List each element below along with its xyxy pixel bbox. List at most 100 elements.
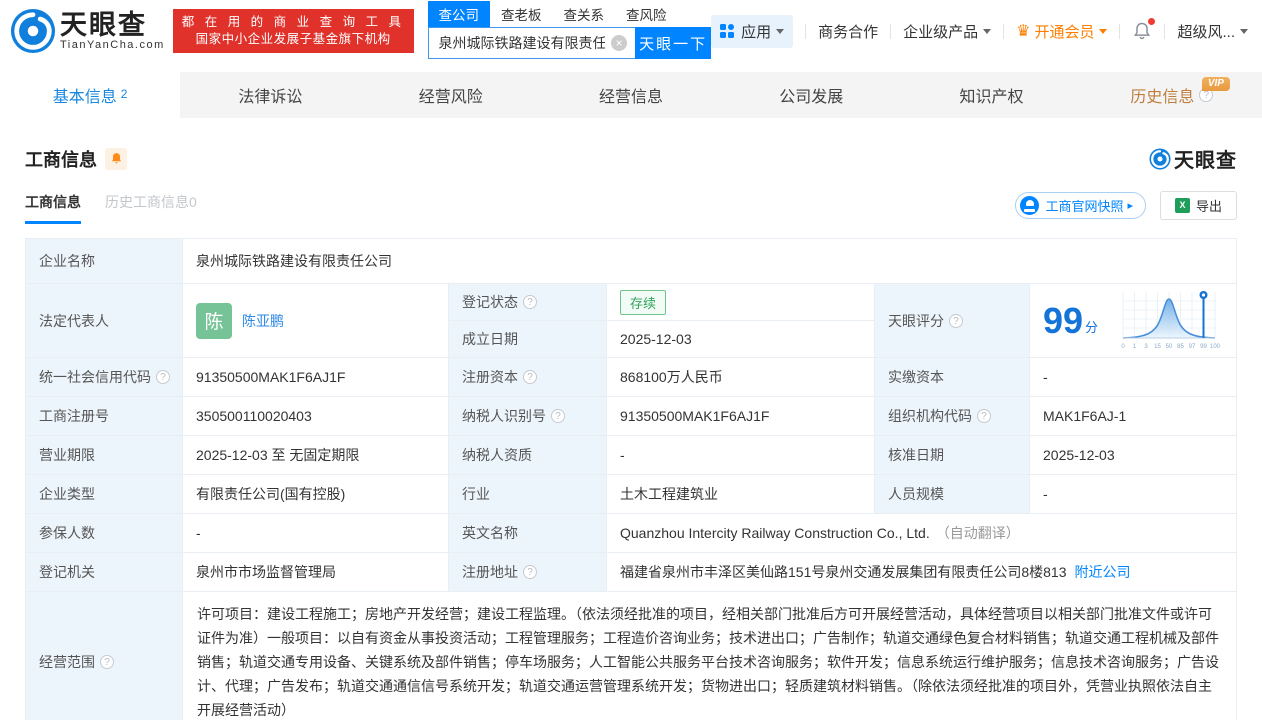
score-distribution-chart: 0 1 3 15 50 85 97 99 100 bbox=[1115, 288, 1223, 354]
reg-address-cell: 福建省泉州市丰泽区美仙路151号泉州交通发展集团有限责任公司8楼813 附近公司 bbox=[607, 553, 1236, 592]
tab-company-development[interactable]: 公司发展 bbox=[721, 72, 901, 118]
auto-translate-note: （自动翻译） bbox=[935, 525, 1020, 541]
help-icon[interactable]: ? bbox=[551, 409, 565, 423]
score-value: 99 bbox=[1043, 299, 1084, 341]
english-name-label: 英文名称 bbox=[449, 514, 607, 553]
company-name-label: 企业名称 bbox=[26, 239, 183, 284]
company-type-label: 企业类型 bbox=[26, 475, 183, 514]
menu-cooperation[interactable]: 商务合作 bbox=[818, 21, 878, 42]
tab-history-info-label: 历史信息 bbox=[1130, 89, 1195, 106]
tianyancha-logo[interactable]: 天眼查 TianYanCha.com bbox=[10, 8, 165, 54]
tab-operation-info[interactable]: 经营信息 bbox=[541, 72, 721, 118]
menu-member-label: 开通会员 bbox=[1034, 23, 1095, 41]
help-icon[interactable]: ? bbox=[523, 370, 537, 384]
crown-icon: ♛ bbox=[1016, 23, 1031, 40]
table-row: 参保人数 - 英文名称 Quanzhou Intercity Railway C… bbox=[26, 514, 1236, 553]
taxpayer-id-label: 纳税人识别号 bbox=[462, 408, 546, 424]
menu-open-member[interactable]: ♛ 开通会员 bbox=[1016, 21, 1108, 42]
snapshot-button-label: 工商官网快照 bbox=[1045, 199, 1124, 214]
export-button[interactable]: X 导出 bbox=[1159, 191, 1237, 220]
taxpayer-id-value: 91350500MAK1F6AJ1F bbox=[607, 397, 875, 436]
slogan-line1: 都 在 用 的 商 业 查 询 工 具 bbox=[181, 15, 405, 29]
help-icon[interactable]: ? bbox=[977, 409, 991, 423]
reg-status-value: 存续 bbox=[607, 284, 875, 321]
watermark-text: 天眼查 bbox=[1174, 150, 1237, 172]
menu-apps-label: 应用 bbox=[741, 23, 772, 41]
apps-grid-icon bbox=[720, 23, 735, 39]
menu-enterprise[interactable]: 企业级产品 bbox=[903, 21, 992, 42]
chevron-down-icon bbox=[1240, 28, 1248, 34]
help-icon[interactable]: ? bbox=[156, 370, 170, 384]
company-nav-tabs: 基本信息 2 法律诉讼 经营风险 经营信息 公司发展 知识产权 VIP 历史信息… bbox=[0, 72, 1262, 118]
search-input[interactable] bbox=[427, 27, 636, 59]
business-term-value: 2025-12-03 至 无固定期限 bbox=[183, 436, 449, 475]
taxpayer-id-label-cell: 纳税人识别号 ? bbox=[449, 397, 607, 436]
table-row: 企业类型 有限责任公司(国有控股) 行业 土木工程建筑业 人员规模 - bbox=[26, 475, 1236, 514]
section-title: 工商信息 bbox=[25, 149, 97, 170]
nearby-companies-link[interactable]: 附近公司 bbox=[1075, 562, 1131, 582]
menu-apps[interactable]: 应用 bbox=[711, 14, 794, 48]
tianyancha-watermark-icon bbox=[1149, 147, 1171, 170]
search-tab-risk[interactable]: 查风险 bbox=[615, 1, 678, 27]
subtab-history-business-info[interactable]: 历史工商信息0 bbox=[105, 192, 197, 224]
legal-rep-cell: 陈 陈亚鹏 bbox=[183, 284, 449, 358]
subtab-business-info[interactable]: 工商信息 bbox=[25, 192, 81, 224]
score-label-cell: 天眼评分 ? bbox=[875, 284, 1030, 358]
slogan-line2: 国家中小企业发展子基金旗下机构 bbox=[195, 32, 391, 46]
arrow-right-icon: ▸ bbox=[1127, 200, 1133, 212]
menu-super-risk-label: 超级风... bbox=[1177, 23, 1235, 41]
tab-operation-risk[interactable]: 经营风险 bbox=[361, 72, 541, 118]
credit-code-value: 91350500MAK1F6AJ1F bbox=[183, 358, 449, 397]
notification-bell-icon[interactable] bbox=[1132, 18, 1156, 41]
menu-super-risk[interactable]: 超级风... bbox=[1177, 21, 1248, 42]
logo-name: 天眼查 bbox=[60, 10, 147, 40]
main-content: 工商信息 天眼查 工商信息 历史工商信息0 工商官网快照 ▸ X 导出 企业名称… bbox=[0, 118, 1262, 720]
reg-capital-label-cell: 注册资本 ? bbox=[449, 358, 607, 397]
chevron-down-icon bbox=[983, 28, 992, 34]
chevron-down-icon bbox=[776, 28, 785, 34]
business-scope-label: 经营范围 bbox=[39, 654, 95, 670]
search-tab-relation[interactable]: 查关系 bbox=[553, 1, 616, 27]
search-area: 查公司 查老板 查关系 查风险 × 天眼一下 bbox=[427, 1, 712, 59]
help-icon[interactable]: ? bbox=[523, 295, 537, 309]
header-menu: 应用 商务合作 企业级产品 ♛ 开通会员 超级风... bbox=[711, 14, 1248, 48]
help-icon[interactable]: ? bbox=[949, 313, 963, 328]
reg-address-label: 注册地址 bbox=[462, 564, 518, 580]
industry-label: 行业 bbox=[449, 475, 607, 514]
credit-code-label-cell: 统一社会信用代码 ? bbox=[26, 358, 183, 397]
excel-icon: X bbox=[1174, 198, 1190, 213]
business-info-table: 企业名称 泉州城际铁路建设有限责任公司 法定代表人 陈 陈亚鹏 登记状态 ? 存… bbox=[25, 238, 1237, 720]
svg-text:50: 50 bbox=[1166, 344, 1173, 350]
clear-icon[interactable]: × bbox=[611, 35, 628, 51]
svg-text:85: 85 bbox=[1177, 344, 1184, 350]
menu-enterprise-label: 企业级产品 bbox=[903, 23, 979, 41]
score-unit: 分 bbox=[1085, 320, 1099, 335]
business-scope-label-cell: 经营范围 ? bbox=[26, 592, 183, 720]
establish-date-label: 成立日期 bbox=[449, 321, 607, 358]
score-label: 天眼评分 bbox=[888, 312, 944, 329]
taxpayer-qualification-label: 纳税人资质 bbox=[449, 436, 607, 475]
english-name-cell: Quanzhou Intercity Railway Construction … bbox=[607, 514, 1236, 553]
help-icon[interactable]: ? bbox=[523, 565, 537, 579]
reg-capital-label: 注册资本 bbox=[462, 369, 518, 385]
org-code-label-cell: 组织机构代码 ? bbox=[875, 397, 1030, 436]
tab-legal-litigation[interactable]: 法律诉讼 bbox=[180, 72, 360, 118]
tab-history-info[interactable]: VIP 历史信息 ? bbox=[1082, 72, 1262, 118]
legal-rep-avatar[interactable]: 陈 bbox=[196, 302, 232, 339]
tab-basic-info[interactable]: 基本信息 2 bbox=[0, 72, 181, 118]
table-row: 统一社会信用代码 ? 91350500MAK1F6AJ1F 注册资本 ? 868… bbox=[26, 358, 1236, 397]
reg-number-value: 350500110020403 bbox=[183, 397, 449, 436]
legal-rep-link[interactable]: 陈亚鹏 bbox=[242, 311, 284, 331]
tab-intellectual-property[interactable]: 知识产权 bbox=[901, 72, 1081, 118]
org-code-value: MAK1F6AJ-1 bbox=[1030, 397, 1236, 436]
search-button[interactable]: 天眼一下 bbox=[635, 27, 712, 59]
reg-capital-value: 868100万人民币 bbox=[607, 358, 875, 397]
table-row: 经营范围 ? 许可项目：建设工程施工；房地产开发经营；建设工程监理。（依法须经批… bbox=[26, 592, 1236, 720]
search-tab-boss[interactable]: 查老板 bbox=[490, 1, 553, 27]
subscribe-bell-icon[interactable] bbox=[105, 147, 127, 170]
search-tab-company[interactable]: 查公司 bbox=[427, 1, 491, 27]
reg-authority-label: 登记机关 bbox=[26, 553, 183, 592]
official-snapshot-button[interactable]: 工商官网快照 ▸ bbox=[1015, 192, 1146, 219]
logo-domain: TianYanCha.com bbox=[60, 39, 165, 51]
help-icon[interactable]: ? bbox=[100, 655, 114, 669]
